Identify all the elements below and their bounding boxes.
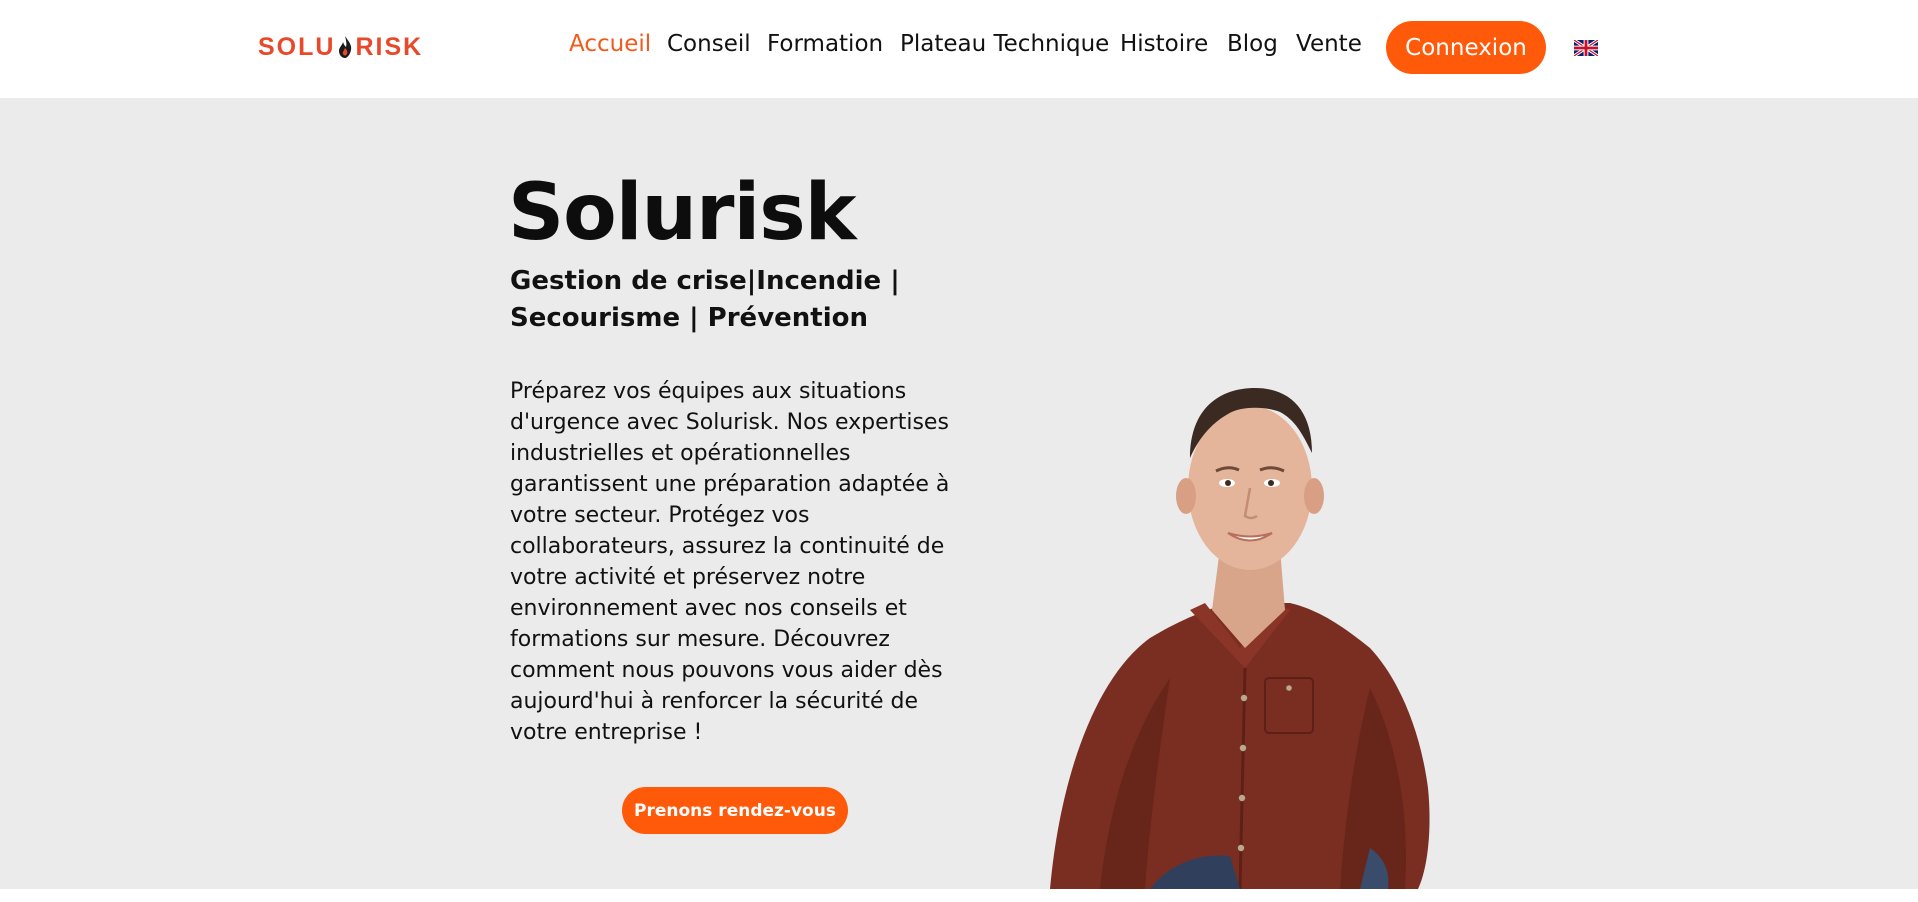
nav-item-blog[interactable]: Blog: [1227, 31, 1278, 57]
hero-title: Solurisk: [508, 168, 857, 258]
hero-subtitle-line-2: Secourisme | Prévention: [510, 303, 868, 333]
hero-subtitle-line-1: Gestion de crise|Incendie |: [510, 266, 900, 296]
nav-item-plateau-technique[interactable]: Plateau Technique: [900, 31, 1109, 57]
uk-flag-icon[interactable]: [1574, 40, 1598, 56]
main-nav: Accueil Conseil Formation Plateau Techni…: [0, 0, 1918, 98]
nav-item-accueil[interactable]: Accueil: [569, 31, 651, 57]
hero-section: Solurisk Gestion de crise|Incendie | Sec…: [0, 98, 1918, 889]
site-header: SOLU RISK Accueil Conseil Formation Plat…: [0, 0, 1918, 98]
nav-item-histoire[interactable]: Histoire: [1120, 31, 1208, 57]
nav-item-formation[interactable]: Formation: [767, 31, 883, 57]
hero-description: Préparez vos équipes aux situations d'ur…: [510, 379, 950, 745]
page-bottom-strip: [0, 889, 1918, 902]
hero-subtitle: Gestion de crise|Incendie | Secourisme |…: [510, 263, 940, 337]
nav-item-vente[interactable]: Vente: [1296, 31, 1362, 57]
login-button[interactable]: Connexion: [1386, 21, 1546, 74]
portrait-image: [1050, 388, 1430, 889]
nav-item-conseil[interactable]: Conseil: [667, 31, 751, 57]
appointment-button[interactable]: Prenons rendez-vous: [622, 787, 848, 834]
